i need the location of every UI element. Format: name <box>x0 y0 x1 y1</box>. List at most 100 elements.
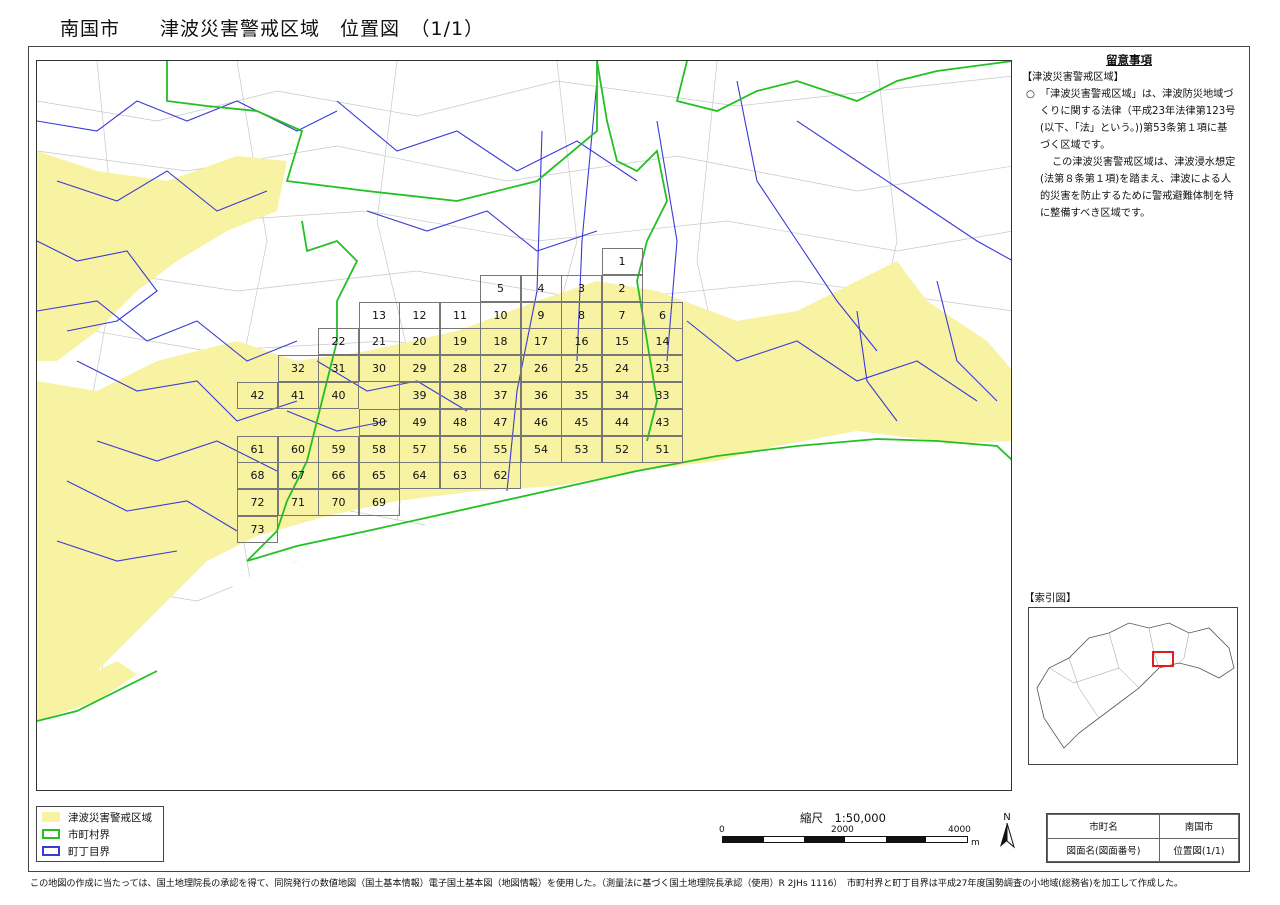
notes-paragraph-1: ○ 「津波災害警戒区域」は、津波防災地域づくりに関する法律（平成23年法律第12… <box>1026 89 1236 151</box>
info-key-sheet: 図面名(図面番号) <box>1046 837 1161 862</box>
map-sheet-cell[interactable]: 54 <box>520 435 562 463</box>
map-sheet-cell[interactable]: 26 <box>520 355 562 383</box>
map-sheet-cell[interactable]: 22 <box>318 328 359 356</box>
legend-label-zone: 津波災害警戒区域 <box>68 811 152 824</box>
map-sheet-cell[interactable]: 68 <box>237 462 278 490</box>
map-sheet-cell[interactable]: 9 <box>520 301 562 329</box>
north-label: N <box>1003 812 1011 823</box>
map-sheet-cell[interactable]: 35 <box>561 382 602 409</box>
map-sheet-cell[interactable]: 57 <box>399 435 440 463</box>
notes-heading: 留意事項 <box>1106 53 1152 67</box>
map-sheet-cell[interactable]: 50 <box>358 408 400 436</box>
map-sheet-cell[interactable]: 16 <box>561 328 602 356</box>
map-sheet-cell[interactable]: 41 <box>277 382 319 409</box>
map-sheet-cell[interactable]: 58 <box>358 435 400 463</box>
notes-panel: 留意事項 【津波災害警戒区域】 ○ 「津波災害警戒区域」は、津波防災地域づくりに… <box>1022 52 1236 222</box>
map-sheet-cell[interactable]: 45 <box>561 408 602 436</box>
map-sheet-cell[interactable]: 8 <box>561 301 602 329</box>
map-sheet-cell[interactable]: 5 <box>480 274 521 302</box>
map-sheet-cell[interactable]: 53 <box>561 435 602 463</box>
legend: 津波災害警戒区域 市町村界 町丁目界 <box>36 806 164 862</box>
map-sheet-cell[interactable]: 43 <box>642 408 683 436</box>
map-sheet-cell[interactable]: 7 <box>601 301 643 329</box>
map-sheet-cell[interactable]: 47 <box>480 408 521 436</box>
scale-title: 縮尺 1:50,000 <box>800 811 886 825</box>
map-sheet-cell[interactable]: 24 <box>601 355 643 383</box>
map-sheet-cell[interactable]: 14 <box>642 328 683 356</box>
map-sheet-cell[interactable]: 59 <box>318 435 359 463</box>
map-sheet-cell[interactable]: 19 <box>439 328 481 356</box>
map-sheet-cell[interactable]: 48 <box>439 408 481 436</box>
map-sheet-cell[interactable]: 70 <box>318 489 359 517</box>
north-arrow: N <box>996 812 1018 852</box>
page-title: 南国市 津波災害警戒区域 位置図 （1/1） <box>60 18 485 40</box>
map-sheet-cell[interactable]: 27 <box>480 355 521 383</box>
legend-item-city-border: 市町村界 <box>42 827 110 841</box>
legend-label-town-border: 町丁目界 <box>68 845 110 858</box>
scale-tick-0: 0 <box>719 825 725 835</box>
map-sheet-cell[interactable]: 15 <box>601 328 643 356</box>
map-sheet-cell[interactable]: 36 <box>520 382 562 409</box>
map-sheet-cell[interactable]: 4 <box>520 274 562 302</box>
map-sheet-cell[interactable]: 56 <box>439 435 481 463</box>
map-sheet-cell[interactable]: 39 <box>399 382 440 409</box>
map-sheet-cell[interactable]: 32 <box>277 355 319 383</box>
footer-credit: この地図の作成に当たっては、国土地理院長の承認を得て、同院発行の数値地図（国土基… <box>30 878 1184 889</box>
map-sheet-cell[interactable]: 11 <box>439 301 481 329</box>
map-sheet-cell[interactable]: 42 <box>237 382 278 409</box>
legend-item-town-border: 町丁目界 <box>42 844 110 858</box>
map-sheet-cell[interactable]: 2 <box>601 274 643 302</box>
map-sheet-cell[interactable]: 49 <box>399 408 440 436</box>
map-sheet-cell[interactable]: 67 <box>277 462 319 490</box>
map-sheet-cell[interactable]: 18 <box>480 328 521 356</box>
map-sheet-cell[interactable]: 1 <box>601 248 643 275</box>
map-sheet-cell[interactable]: 66 <box>318 462 359 490</box>
map-sheet-cell[interactable]: 28 <box>439 355 481 383</box>
map-sheet-cell[interactable]: 69 <box>358 489 400 517</box>
scale-tick-2000: 2000 <box>831 825 854 835</box>
map-sheet-cell[interactable]: 23 <box>642 355 683 383</box>
map-sheet-cell[interactable]: 38 <box>439 382 481 409</box>
map-sheet-cell[interactable]: 6 <box>642 301 683 329</box>
map-sheet-cell[interactable]: 3 <box>561 274 602 302</box>
map-sheet-cell[interactable]: 51 <box>642 435 683 463</box>
city-border-swatch <box>42 829 60 839</box>
map-sheet-cell[interactable]: 55 <box>480 435 521 463</box>
map-sheet-cell[interactable]: 21 <box>358 328 400 356</box>
map-sheet-cell[interactable]: 10 <box>480 301 521 329</box>
map-sheet-cell[interactable]: 44 <box>601 408 643 436</box>
info-key-city: 市町名 <box>1046 814 1161 839</box>
map-sheet-cell[interactable]: 71 <box>277 489 319 517</box>
legend-label-city-border: 市町村界 <box>68 828 110 841</box>
north-arrow-icon <box>1000 822 1015 849</box>
map-sheet-cell[interactable]: 17 <box>520 328 562 356</box>
map-sheet-cell[interactable]: 40 <box>318 382 359 409</box>
legend-item-zone: 津波災害警戒区域 <box>42 810 152 824</box>
map-sheet-cell[interactable]: 72 <box>237 489 278 517</box>
map-sheet-cell[interactable]: 73 <box>237 516 278 543</box>
map-sheet-cell[interactable]: 63 <box>439 462 481 490</box>
map-sheet-cell[interactable]: 37 <box>480 382 521 409</box>
town-border-swatch <box>42 846 60 856</box>
map-sheet-cell[interactable]: 61 <box>237 435 278 463</box>
map-sheet-cell[interactable]: 65 <box>358 462 400 490</box>
map-sheet-cell[interactable]: 30 <box>358 355 400 383</box>
map-sheet-cell[interactable]: 25 <box>561 355 602 383</box>
map-sheet-cell[interactable]: 29 <box>399 355 440 383</box>
map-sheet-cell[interactable]: 46 <box>520 408 562 436</box>
map-sheet-cell[interactable]: 13 <box>358 301 400 329</box>
map-sheet-cell[interactable]: 52 <box>601 435 643 463</box>
map-sheet-cell[interactable]: 34 <box>601 382 643 409</box>
map-sheet-cell[interactable]: 31 <box>318 355 359 383</box>
scale-unit: m <box>971 838 980 848</box>
notes-section-label: 【津波災害警戒区域】 <box>1022 72 1124 83</box>
map-sheet-cell[interactable]: 62 <box>480 462 521 490</box>
map-sheet-cell[interactable]: 20 <box>399 328 440 356</box>
map-sheet-cell[interactable]: 64 <box>399 462 440 490</box>
notes-paragraph-2: この津波災害警戒区域は、津波浸水想定(法第８条第１項)を踏まえ、津波による人的災… <box>1040 157 1236 219</box>
scale-tick-4000: 4000 <box>948 825 971 835</box>
map-sheet-cell[interactable]: 12 <box>399 301 440 329</box>
map-sheet-cell[interactable]: 33 <box>642 382 683 409</box>
index-map-outline <box>1036 622 1235 749</box>
map-sheet-cell[interactable]: 60 <box>277 435 319 463</box>
